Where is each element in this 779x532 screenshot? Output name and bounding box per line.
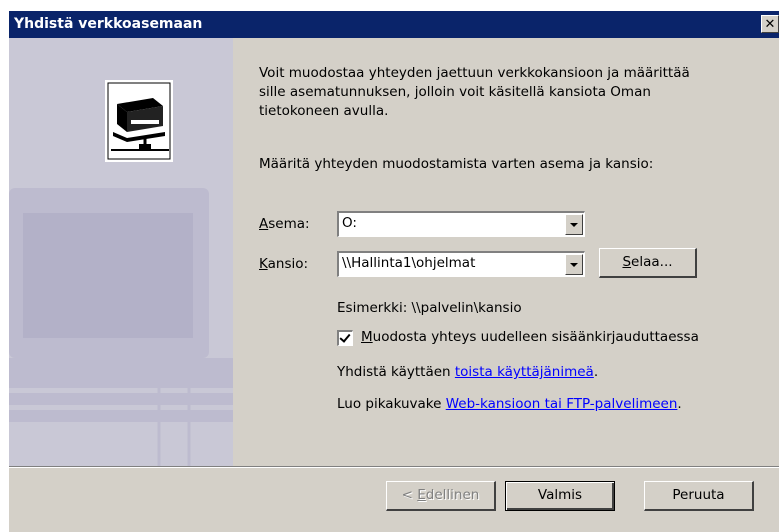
reconnect-checkbox[interactable] [337, 330, 353, 346]
web-folder-link[interactable]: Web-kansioon tai FTP-palvelimeen [446, 396, 678, 412]
drive-label-rest: sema: [268, 216, 310, 232]
browse-button[interactable]: Selaa... [599, 248, 697, 278]
title-bar: Yhdistä verkkoasemaan ✕ [9, 11, 779, 38]
description-text: Voit muodostaa yhteyden jaettuun verkkok… [259, 65, 690, 119]
browse-accel: S [622, 254, 632, 270]
browse-label: elaa... [631, 254, 673, 270]
dialog-content: Voit muodostaa yhteyden jaettuun verkkok… [9, 38, 779, 466]
back-accel: E [417, 487, 426, 503]
back-prefix: < [401, 487, 418, 503]
folder-input[interactable]: \\Hallinta1\ohjelmat [337, 251, 585, 277]
different-user-link[interactable]: toista käyttäjänimeä [455, 364, 594, 380]
shortcut-prefix: Luo pikakuvake [337, 396, 446, 412]
window-title: Yhdistä verkkoasemaan [14, 16, 203, 32]
drive-select[interactable]: O: [337, 211, 585, 237]
drive-dropdown-chevron-down-icon[interactable] [565, 214, 583, 235]
back-label: dellinen [425, 487, 480, 503]
drive-label: Asema: [259, 216, 310, 232]
network-drive-icon [105, 80, 173, 162]
folder-dropdown-chevron-down-icon[interactable] [565, 254, 583, 275]
connect-as-prefix: Yhdistä käyttäen [337, 364, 455, 380]
side-panel [9, 38, 233, 466]
reconnect-accel: M [361, 329, 373, 345]
cancel-button[interactable]: Peruuta [644, 481, 754, 511]
connect-as-suffix: . [593, 364, 599, 380]
drive-select-value: O: [342, 215, 357, 231]
reconnect-label-rest: uodosta yhteys uudelleen sisäänkirjaudut… [372, 329, 699, 345]
connect-as-line: Yhdistä käyttäen toista käyttäjänimeä. [337, 364, 598, 380]
folder-label-rest: ansio: [267, 256, 309, 272]
reconnect-label[interactable]: Muodosta yhteys uudelleen sisäänkirjaudu… [361, 329, 699, 345]
close-icon: ✕ [764, 17, 776, 32]
main-panel: Voit muodostaa yhteyden jaettuun verkkok… [233, 38, 779, 466]
folder-label-accel: K [259, 256, 268, 272]
footer-separator [9, 466, 779, 468]
folder-label: Kansio: [259, 256, 308, 272]
shortcut-line: Luo pikakuvake Web-kansioon tai FTP-palv… [337, 396, 682, 412]
close-button[interactable]: ✕ [761, 15, 779, 33]
finish-button[interactable]: Valmis [505, 481, 615, 511]
shortcut-suffix: . [677, 396, 682, 412]
back-button[interactable]: < Edellinen [386, 481, 496, 511]
map-network-drive-dialog: Yhdistä verkkoasemaan ✕ Voit muodostaa y… [8, 10, 779, 532]
example-text: Esimerkki: \\palvelin\kansio [337, 300, 522, 316]
drive-label-accel: A [259, 216, 269, 232]
instruction-text: Määritä yhteyden muodostamista varten as… [259, 156, 654, 172]
folder-input-value: \\Hallinta1\ohjelmat [342, 255, 476, 271]
